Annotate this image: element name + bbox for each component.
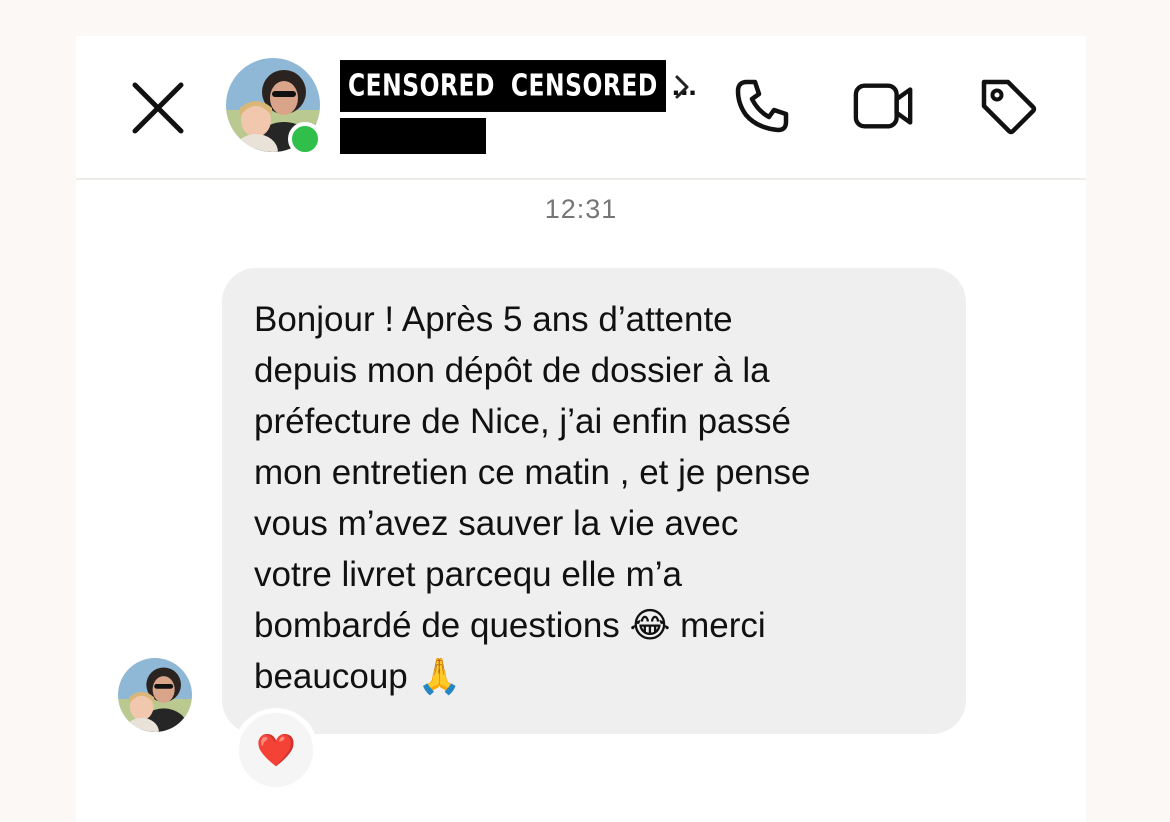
heart-reaction[interactable]: ❤️ xyxy=(234,708,318,792)
censored-name-part: CENSORED xyxy=(340,60,503,112)
dm-conversation-window: CENSORED CENSORED ... 12:31 Bonjour ! Ap… xyxy=(76,36,1086,822)
video-call-icon xyxy=(853,83,913,129)
phone-icon xyxy=(735,79,789,133)
sender-avatar[interactable] xyxy=(118,658,192,732)
tag-button[interactable] xyxy=(976,74,1040,138)
redacted-username xyxy=(340,118,486,154)
message-text: Bonjour ! Après 5 ans d’attente depuis m… xyxy=(254,300,811,696)
close-icon xyxy=(132,82,184,134)
audio-call-button[interactable] xyxy=(730,74,794,138)
conversation-header: CENSORED CENSORED ... xyxy=(76,36,1086,180)
message-timestamp: 12:31 xyxy=(544,194,618,224)
contact-name[interactable]: CENSORED CENSORED ... xyxy=(340,60,697,112)
censored-name-part: CENSORED xyxy=(502,60,666,112)
online-status-dot xyxy=(288,122,322,156)
tag-icon xyxy=(981,79,1037,135)
chevron-right-icon[interactable] xyxy=(672,72,692,102)
message-bubble[interactable]: Bonjour ! Après 5 ans d’attente depuis m… xyxy=(222,268,966,734)
video-call-button[interactable] xyxy=(852,74,916,138)
close-button[interactable] xyxy=(126,76,190,140)
